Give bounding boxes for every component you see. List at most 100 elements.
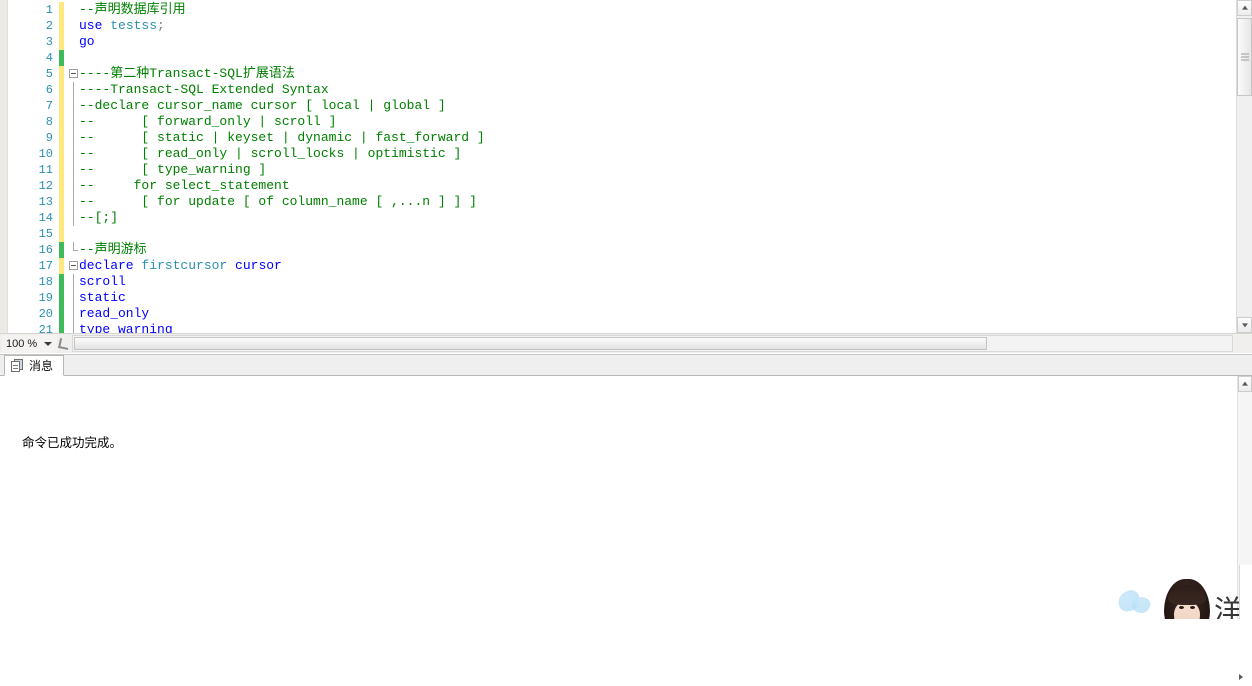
change-indicator-bar (59, 306, 64, 322)
code-line[interactable]: 14 --[;] (8, 210, 1236, 226)
editor-horizontal-scrollbar[interactable] (72, 335, 1233, 352)
results-vertical-scrollbar[interactable] (1237, 376, 1252, 619)
sql-editor-pane[interactable]: 1 --声明数据库引用 2 use testss; 3 go 4 5 ----第二种Transa… (0, 0, 1252, 333)
change-indicator-bar (59, 98, 64, 114)
line-number: 3 (45, 35, 53, 49)
code-token: cursor (235, 258, 282, 273)
change-indicator-bar (59, 226, 64, 242)
code-line-text: -- [ read_only | scroll_locks | optimist… (79, 146, 461, 162)
line-number: 18 (38, 275, 53, 289)
zoom-level-combobox[interactable]: 100 % (2, 335, 57, 353)
arrow-up-icon (1242, 381, 1248, 386)
scroll-thumb-grip-icon (1241, 53, 1249, 61)
code-token: -- [ type_warning ] (79, 162, 267, 177)
code-line-text: -- [ type_warning ] (79, 162, 266, 178)
code-line[interactable]: 3 go (8, 34, 1236, 50)
code-line[interactable]: 19 static (8, 290, 1236, 306)
code-lines-container: 1 --声明数据库引用 2 use testss; 3 go 4 5 ----第二种Transa… (8, 2, 1236, 333)
code-line-text: declare firstcursor cursor (79, 258, 282, 274)
results-pane: 消息 命令已成功完成。 洋 (0, 354, 1252, 619)
editor-vertical-scroll-thumb[interactable] (1237, 18, 1252, 96)
code-token: --[;] (79, 210, 119, 225)
chevron-down-icon[interactable] (44, 342, 52, 346)
code-line[interactable]: 8 -- [ forward_only | scroll ] (8, 114, 1236, 130)
line-number: 12 (38, 179, 53, 193)
messages-output-area[interactable]: 命令已成功完成。 (0, 376, 1252, 619)
outlining-guide-line (73, 322, 74, 333)
change-indicator-bar (59, 162, 64, 178)
code-line[interactable]: 4 (8, 50, 1236, 66)
code-line[interactable]: 10 -- [ read_only | scroll_locks | optimi… (8, 146, 1236, 162)
tab-messages[interactable]: 消息 (4, 355, 65, 376)
code-line[interactable]: 9 -- [ static | keyset | dynamic | fast_f… (8, 130, 1236, 146)
change-indicator-bar (59, 178, 64, 194)
split-handle-icon[interactable] (58, 336, 70, 352)
code-line[interactable]: 16 --声明游标 (8, 242, 1236, 258)
outlining-guide-line (73, 178, 74, 194)
outlining-guide-line (73, 194, 74, 210)
code-line-text: -- [ forward_only | scroll ] (79, 114, 336, 130)
outlining-guide-line (73, 114, 74, 130)
scroll-up-button[interactable] (1237, 0, 1252, 16)
code-line[interactable]: 13 -- [ for update [ of column_name [ ,..… (8, 194, 1236, 210)
code-line[interactable]: 7 --declare cursor_name cursor [ local | … (8, 98, 1236, 114)
outlining-column[interactable] (68, 50, 80, 66)
code-token: static (79, 290, 126, 305)
arrow-down-icon (1241, 323, 1248, 328)
code-line-text: --声明游标 (79, 242, 147, 258)
code-line[interactable]: 12 -- for select_statement (8, 178, 1236, 194)
outlining-column[interactable] (68, 226, 80, 242)
code-line-text: ----Transact-SQL Extended Syntax (79, 82, 329, 98)
code-line[interactable]: 1 --声明数据库引用 (8, 2, 1236, 18)
code-line[interactable]: 21 type_warning (8, 322, 1236, 333)
line-number: 4 (45, 51, 53, 65)
code-line[interactable]: 18 scroll (8, 274, 1236, 290)
change-indicator-bar (59, 66, 64, 82)
code-line[interactable]: 15 (8, 226, 1236, 242)
code-line-text: --declare cursor_name cursor [ local | g… (79, 98, 446, 114)
code-token: go (79, 34, 95, 49)
code-token: scroll (79, 274, 126, 289)
code-line[interactable]: 20 read_only (8, 306, 1236, 322)
messages-icon (11, 358, 24, 373)
line-number: 21 (38, 323, 53, 333)
line-number: 8 (45, 115, 53, 129)
line-number: 15 (38, 227, 53, 241)
editor-horizontal-scroll-thumb[interactable] (74, 337, 987, 350)
change-indicator-bar (59, 50, 64, 66)
outlining-guide-line (73, 162, 74, 178)
code-line[interactable]: 2 use testss; (8, 18, 1236, 34)
line-number: 5 (45, 67, 53, 81)
change-indicator-bar (59, 290, 64, 306)
code-line-text: -- for select_statement (79, 178, 290, 194)
code-line-text: type_warning (79, 322, 173, 333)
change-indicator-bar (59, 194, 64, 210)
code-line[interactable]: 17 declare firstcursor cursor (8, 258, 1236, 274)
code-line[interactable]: 5 ----第二种Transact-SQL扩展语法 (8, 66, 1236, 82)
code-token: ; (157, 18, 165, 33)
collapse-region-icon[interactable] (69, 69, 78, 78)
line-number: 17 (38, 259, 53, 273)
line-number: 1 (45, 3, 53, 17)
change-indicator-bar (59, 18, 64, 34)
collapse-region-icon[interactable] (69, 261, 78, 270)
scroll-down-button[interactable] (1237, 317, 1252, 333)
line-number: 7 (45, 99, 53, 113)
change-indicator-bar (59, 114, 64, 130)
message-line: 命令已成功完成。 (22, 436, 123, 450)
arrow-right-icon (1239, 674, 1243, 680)
code-line[interactable]: 11 -- [ type_warning ] (8, 162, 1236, 178)
horizontal-scroll-right-button[interactable] (1233, 667, 1250, 686)
code-line-text: ----第二种Transact-SQL扩展语法 (79, 66, 295, 82)
code-line[interactable]: 6 ----Transact-SQL Extended Syntax (8, 82, 1236, 98)
editor-vertical-scrollbar[interactable] (1236, 0, 1252, 333)
code-line-text: --[;] (79, 210, 118, 226)
line-number: 9 (45, 131, 53, 145)
results-scroll-up-button[interactable] (1238, 376, 1252, 392)
code-token: ----第二种Transact-SQL扩展语法 (79, 66, 295, 81)
code-token: type_warning (79, 322, 173, 333)
code-token: ----Transact-SQL Extended Syntax (79, 82, 329, 97)
code-token: testss (110, 18, 158, 33)
outlining-guide-line (73, 274, 74, 290)
editor-text-area[interactable]: 1 --声明数据库引用 2 use testss; 3 go 4 5 ----第二种Transa… (8, 0, 1236, 333)
